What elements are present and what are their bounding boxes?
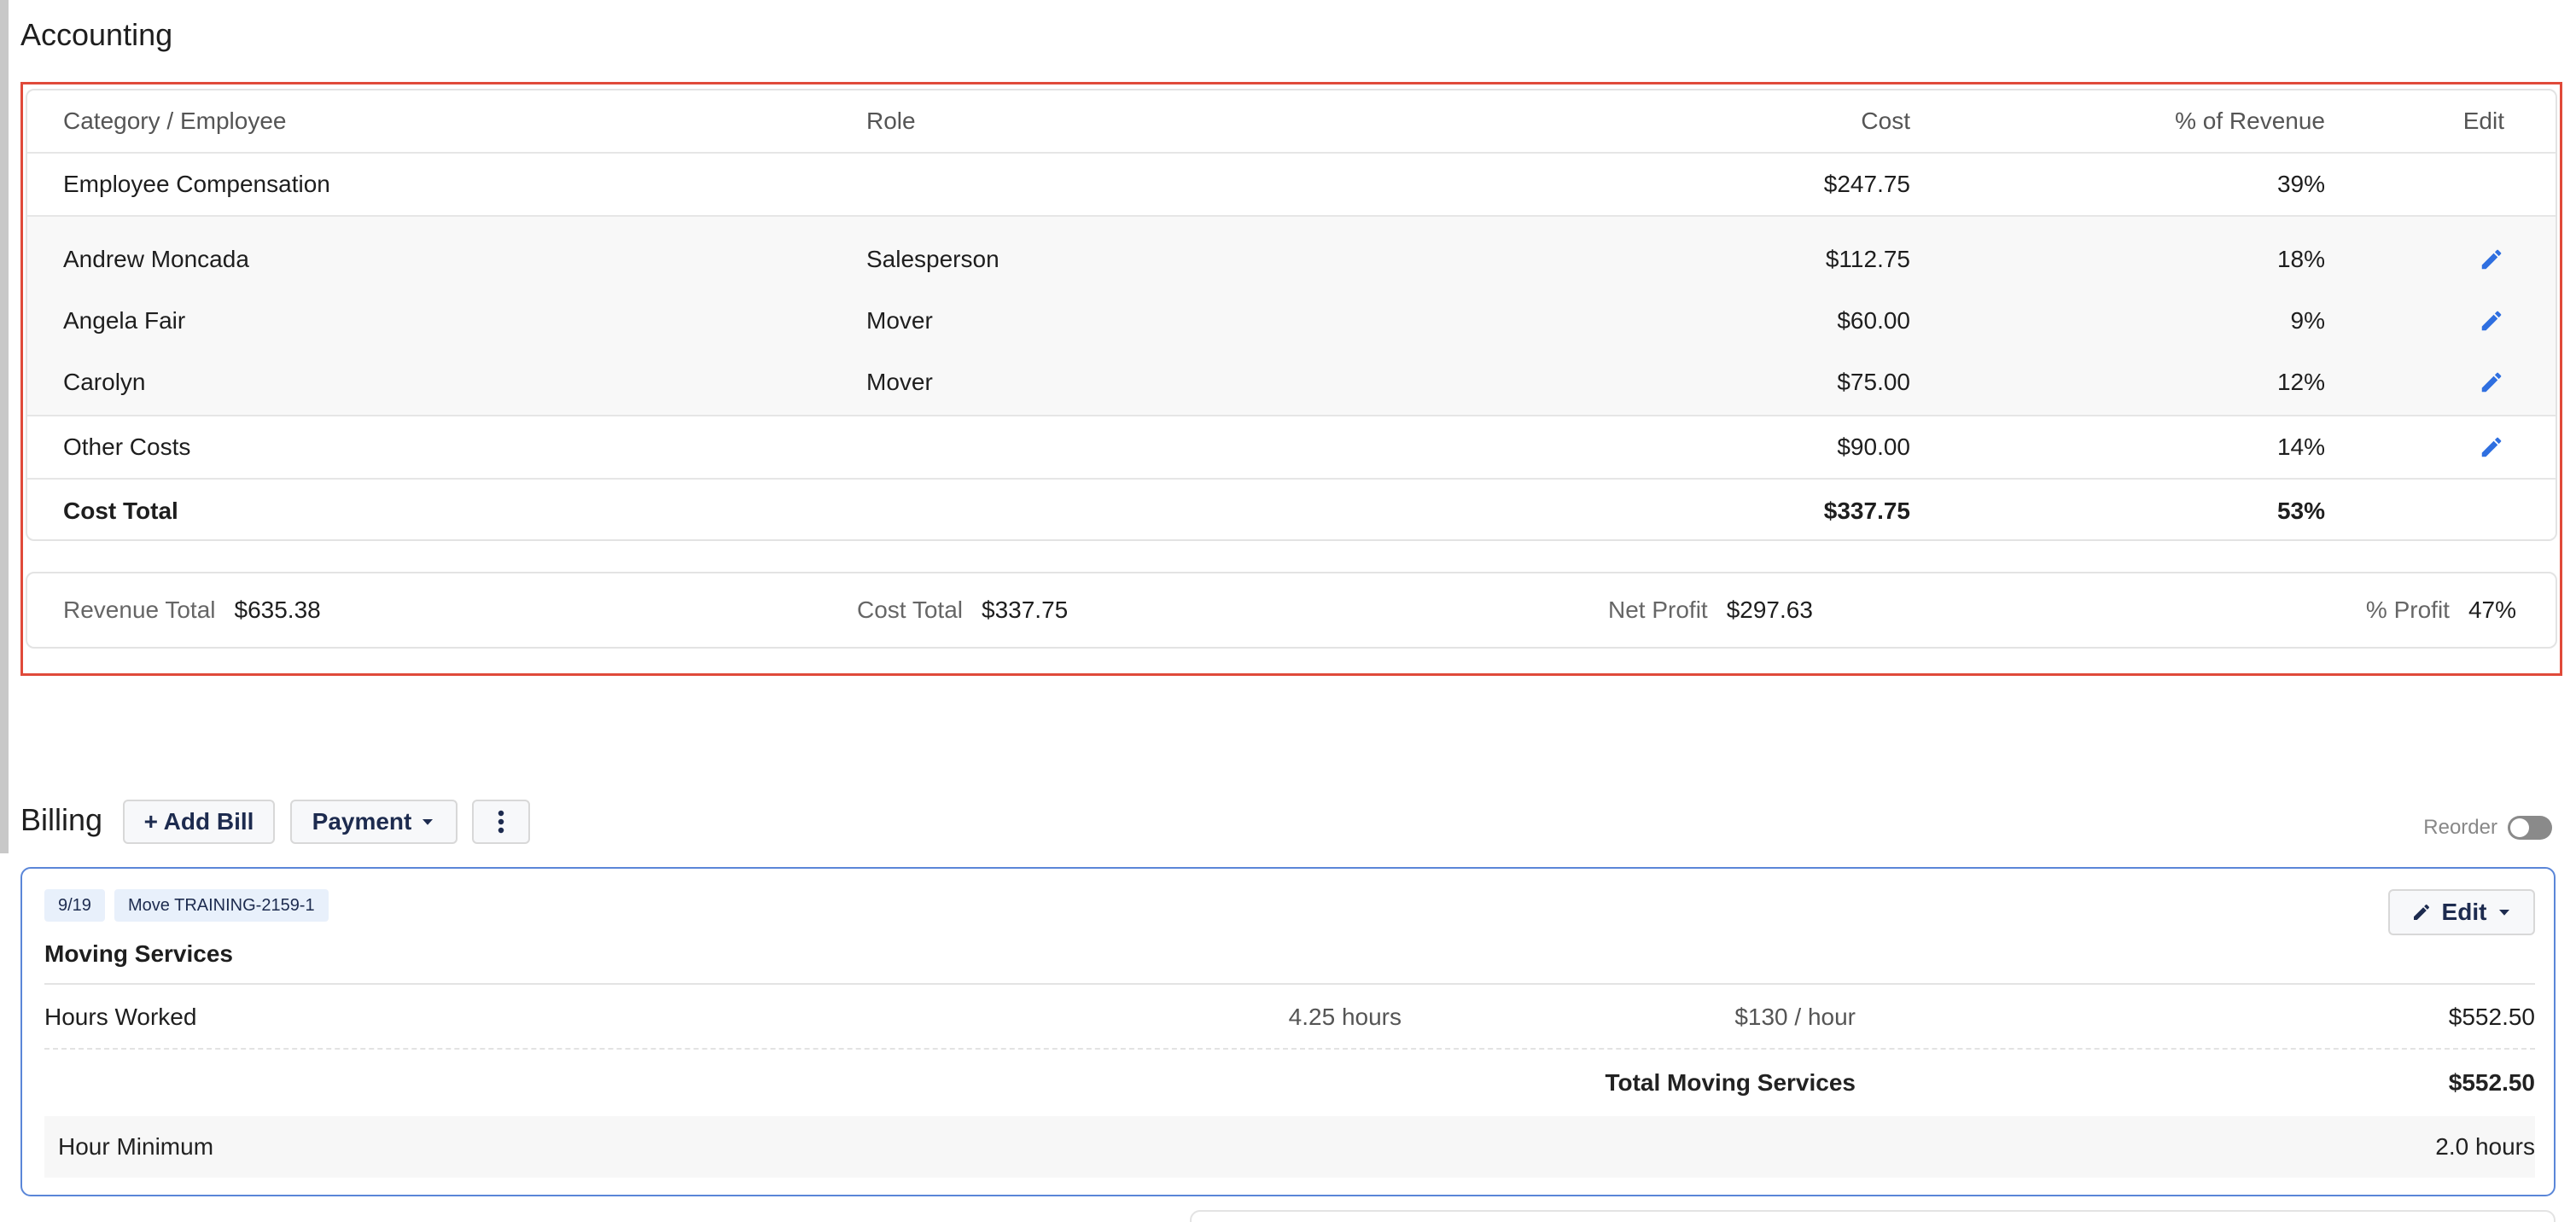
bill-line-item: Hours Worked 4.25 hours $130 / hour $552… xyxy=(44,986,2535,1050)
service-total-label: Total Moving Services xyxy=(1605,1069,1856,1096)
add-bill-button[interactable]: + Add Bill xyxy=(123,800,275,844)
service-name: Moving Services xyxy=(44,940,233,967)
hour-minimum-value: 2.0 hours xyxy=(2435,1133,2535,1160)
bill-card: 9/19 Move TRAINING-2159-1 Edit Moving Se… xyxy=(20,867,2556,1196)
payment-dropdown-button[interactable]: Payment xyxy=(290,800,458,844)
reorder-control: Reorder xyxy=(2423,816,2552,840)
vertical-dots-icon xyxy=(498,810,504,834)
accounting-title: Accounting xyxy=(20,17,173,52)
bill-date-tag: 9/19 xyxy=(44,889,105,922)
line-item-quantity: 4.25 hours xyxy=(1288,1004,1402,1030)
line-item-rate: $130 / hour xyxy=(1734,1004,1856,1030)
card-divider xyxy=(44,983,2535,985)
next-bill-card-edge xyxy=(1190,1210,2556,1222)
reorder-label: Reorder xyxy=(2423,816,2497,839)
hour-minimum-label: Hour Minimum xyxy=(58,1133,214,1160)
page-scrollbar[interactable] xyxy=(0,0,9,853)
bill-edit-dropdown-button[interactable]: Edit xyxy=(2388,889,2535,935)
accounting-highlight-frame xyxy=(20,82,2562,676)
payment-label: Payment xyxy=(312,808,412,835)
service-total-amount: $552.50 xyxy=(2448,1069,2535,1096)
pencil-icon xyxy=(2413,904,2429,920)
caret-down-icon xyxy=(423,819,434,825)
move-id-tag: Move TRAINING-2159-1 xyxy=(114,889,329,922)
add-bill-label: + Add Bill xyxy=(143,808,254,835)
bill-edit-label: Edit xyxy=(2441,899,2487,925)
reorder-toggle[interactable] xyxy=(2508,816,2552,840)
hour-minimum-row: Hour Minimum 2.0 hours xyxy=(44,1116,2535,1178)
service-total-row: Total Moving Services $552.50 xyxy=(44,1051,2535,1114)
billing-title: Billing xyxy=(20,802,103,837)
line-item-amount: $552.50 xyxy=(2448,1004,2535,1030)
line-item-name: Hours Worked xyxy=(44,1004,197,1030)
caret-down-icon xyxy=(2499,910,2510,916)
more-options-button[interactable] xyxy=(472,800,530,844)
